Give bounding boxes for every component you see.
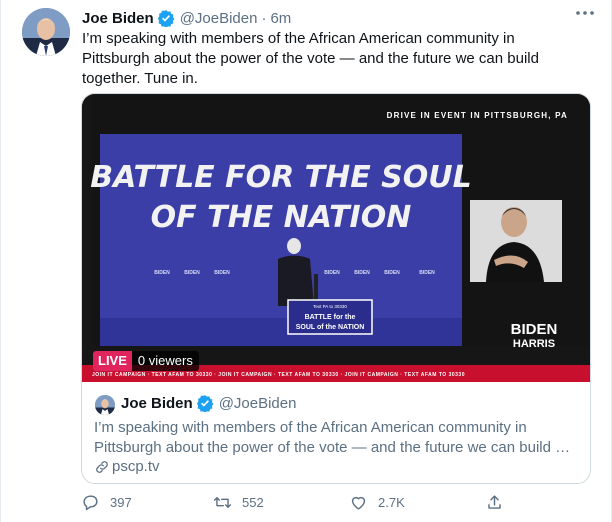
author-handle[interactable]: @JoeBiden xyxy=(180,10,258,27)
card-author-name: Joe Biden xyxy=(121,394,193,412)
event-caption: DRIVE IN EVENT IN PITTSBURGH, PA xyxy=(387,111,568,120)
svg-text:BIDEN: BIDEN xyxy=(419,270,435,276)
share-icon xyxy=(488,494,501,509)
tweet-timestamp[interactable]: 6m xyxy=(270,10,291,27)
author-avatar[interactable] xyxy=(22,8,70,56)
campaign-banner-text: JOIN IT CAMPAIGN · TEXT AFAM TO 30330 · … xyxy=(92,372,465,378)
card-author-handle: @JoeBiden xyxy=(218,394,297,412)
card-text: I’m speaking with members of the African… xyxy=(94,419,571,456)
quoted-card[interactable]: Joe Biden @JoeBiden I’m speaking with me… xyxy=(82,382,590,483)
retweet-count: 552 xyxy=(242,494,264,510)
svg-text:BIDEN: BIDEN xyxy=(184,270,200,276)
card-author-avatar xyxy=(95,395,115,415)
svg-text:BIDEN: BIDEN xyxy=(354,270,370,276)
share-button[interactable] xyxy=(485,490,514,514)
heart-icon xyxy=(351,496,366,510)
card-header: Joe Biden @JoeBiden xyxy=(121,394,297,413)
card-link[interactable]: pscp.tv xyxy=(94,458,160,475)
screen-line-2: OF THE NATION xyxy=(151,200,412,235)
tweet-text: I’m speaking with members of the African… xyxy=(82,30,539,87)
like-count: 2.7K xyxy=(378,494,405,510)
tweet-actions: 397 552 2.7K xyxy=(81,490,511,514)
live-indicator: LIVE 0 viewers xyxy=(93,351,199,371)
tweet-header: Joe Biden @JoeBiden · 6m xyxy=(82,8,291,28)
author-name[interactable]: Joe Biden xyxy=(82,10,154,27)
reply-icon xyxy=(83,494,98,510)
like-button[interactable]: 2.7K xyxy=(349,490,405,514)
card-link-text: pscp.tv xyxy=(112,458,160,475)
retweet-button[interactable]: 552 xyxy=(213,490,264,514)
live-video-player[interactable]: DRIVE IN EVENT IN PITTSBURGH, PA BATTLE … xyxy=(82,94,590,382)
tweet[interactable]: Joe Biden @JoeBiden · 6m I’m speaking wi… xyxy=(0,0,612,522)
verified-badge-icon xyxy=(157,9,175,28)
viewer-count: 0 viewers xyxy=(131,351,199,371)
retweet-icon xyxy=(213,496,232,508)
link-icon xyxy=(94,459,110,475)
podium-line-2: SOUL of the NATION xyxy=(296,324,365,331)
header-separator: · xyxy=(261,9,267,27)
podium-small-text: Text PA to 30330 xyxy=(313,304,347,309)
reply-count: 397 xyxy=(110,494,132,510)
screen-line-1: BATTLE FOR THE SOUL xyxy=(90,160,472,195)
podium-line-1: BATTLE for the xyxy=(305,314,356,321)
more-horizontal-icon[interactable] xyxy=(573,6,597,26)
verified-badge-icon xyxy=(196,394,214,413)
logo-harris: HARRIS xyxy=(513,338,555,350)
media-container[interactable]: DRIVE IN EVENT IN PITTSBURGH, PA BATTLE … xyxy=(81,93,591,484)
reply-button[interactable]: 397 xyxy=(81,490,132,514)
logo-biden: BIDEN xyxy=(511,321,558,338)
svg-text:BIDEN: BIDEN xyxy=(384,270,400,276)
live-badge: LIVE xyxy=(93,351,132,371)
svg-text:BIDEN: BIDEN xyxy=(154,270,170,276)
svg-text:BIDEN: BIDEN xyxy=(324,270,340,276)
svg-text:BIDEN: BIDEN xyxy=(214,270,230,276)
video-frame: DRIVE IN EVENT IN PITTSBURGH, PA BATTLE … xyxy=(82,94,590,382)
